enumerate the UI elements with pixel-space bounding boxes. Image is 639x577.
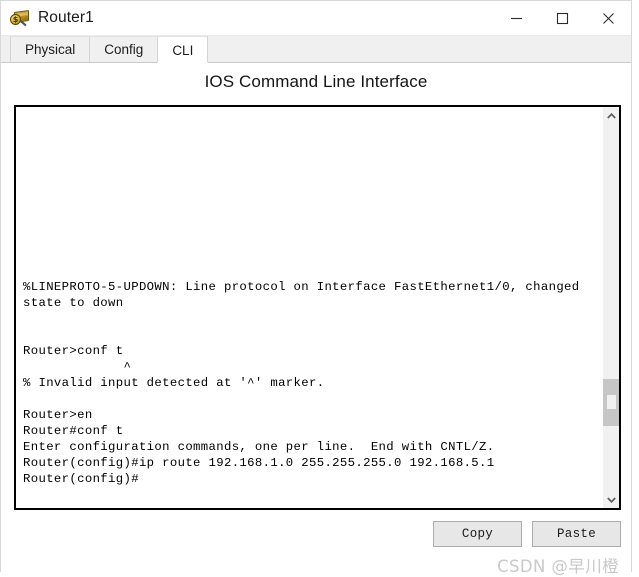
minimize-button[interactable] bbox=[493, 1, 539, 35]
watermark-text: CSDN @早川橙 bbox=[497, 553, 619, 577]
tab-physical[interactable]: Physical bbox=[10, 36, 90, 62]
scrollbar-thumb-grip bbox=[607, 395, 616, 409]
tab-cli[interactable]: CLI bbox=[157, 36, 208, 63]
terminal-button-row: Copy Paste bbox=[1, 521, 631, 549]
tab-config[interactable]: Config bbox=[89, 36, 158, 62]
terminal-text: %LINEPROTO-5-UPDOWN: Line protocol on In… bbox=[23, 119, 580, 487]
minimize-icon bbox=[510, 12, 523, 25]
maximize-button[interactable] bbox=[539, 1, 585, 35]
scroll-down-button[interactable] bbox=[603, 491, 619, 508]
scroll-up-button[interactable] bbox=[603, 107, 619, 124]
page-title: IOS Command Line Interface bbox=[1, 63, 631, 99]
terminal-output[interactable]: %LINEPROTO-5-UPDOWN: Line protocol on In… bbox=[16, 107, 602, 508]
close-button[interactable] bbox=[585, 1, 631, 35]
copy-button[interactable]: Copy bbox=[433, 521, 522, 547]
chevron-down-icon bbox=[607, 497, 616, 503]
tab-bar-filler bbox=[207, 36, 631, 62]
maximize-icon bbox=[556, 12, 569, 25]
scrollbar-thumb[interactable] bbox=[603, 379, 619, 426]
terminal-scrollbar[interactable] bbox=[602, 107, 619, 508]
tab-bar: Physical Config CLI bbox=[1, 36, 631, 63]
cli-panel: IOS Command Line Interface %LINEPROTO-5-… bbox=[1, 63, 631, 572]
router-cli-window: Router1 Physical Config CLI bbox=[0, 0, 632, 572]
paste-button[interactable]: Paste bbox=[532, 521, 621, 547]
title-bar: Router1 bbox=[1, 1, 631, 36]
chevron-up-icon bbox=[607, 113, 616, 119]
window-title: Router1 bbox=[38, 9, 94, 27]
close-icon bbox=[602, 12, 615, 25]
window-controls bbox=[493, 1, 631, 35]
terminal-frame: %LINEPROTO-5-UPDOWN: Line protocol on In… bbox=[14, 105, 621, 510]
router-device-icon bbox=[10, 7, 32, 29]
